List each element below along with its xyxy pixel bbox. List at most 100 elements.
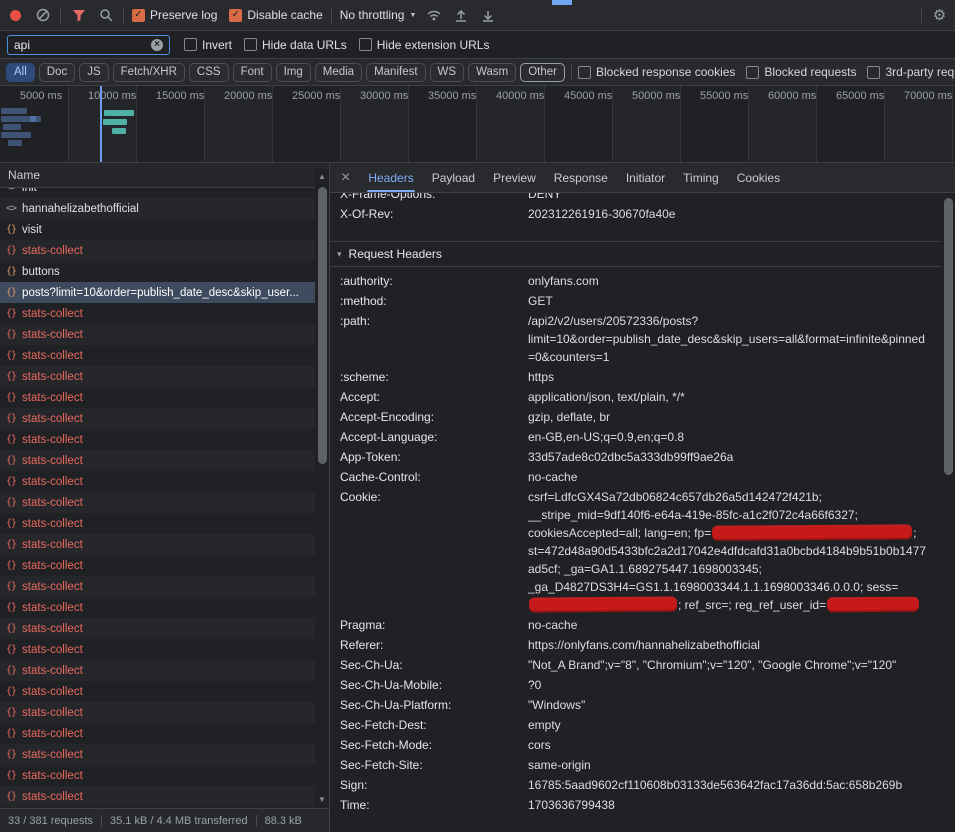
request-row[interactable]: {}stats-collect: [0, 765, 315, 786]
type-filter-chip-media[interactable]: Media: [315, 63, 362, 82]
scroll-up-icon[interactable]: ▲: [315, 169, 329, 183]
request-row[interactable]: {}stats-collect: [0, 345, 315, 366]
name-column-label: Name: [8, 168, 40, 182]
filter-button[interactable]: [69, 6, 88, 25]
checkbox-label: Blocked requests: [764, 66, 856, 78]
filter-checkbox[interactable]: Hide data URLs: [244, 38, 347, 51]
request-row[interactable]: <>init: [0, 188, 315, 198]
waterfall-bar: [112, 128, 126, 134]
type-filter-chip-wasm[interactable]: Wasm: [468, 63, 516, 82]
import-har-button[interactable]: [451, 6, 470, 25]
request-row[interactable]: {}stats-collect: [0, 597, 315, 618]
request-row[interactable]: {}buttons: [0, 261, 315, 282]
tab-cookies[interactable]: Cookies: [728, 163, 789, 192]
type-filter-chip-css[interactable]: CSS: [189, 63, 229, 82]
request-row[interactable]: {}stats-collect: [0, 534, 315, 555]
checkbox-label: Hide extension URLs: [377, 39, 490, 51]
advanced-filter-checkbox[interactable]: Blocked response cookies: [578, 66, 735, 79]
filter-input[interactable]: api ×: [7, 35, 170, 55]
filter-checkbox[interactable]: Hide extension URLs: [359, 38, 490, 51]
request-row[interactable]: {}stats-collect: [0, 429, 315, 450]
request-row[interactable]: {}stats-collect: [0, 450, 315, 471]
settings-button[interactable]: ⚙: [930, 6, 949, 25]
request-row[interactable]: {}stats-collect: [0, 366, 315, 387]
type-filter-chip-manifest[interactable]: Manifest: [366, 63, 425, 82]
type-filter-chip-doc[interactable]: Doc: [39, 63, 75, 82]
timeline-tick-label: 5000 ms: [20, 90, 62, 102]
request-row[interactable]: {}stats-collect: [0, 492, 315, 513]
request-row[interactable]: {}stats-collect: [0, 639, 315, 660]
type-filter-chip-img[interactable]: Img: [276, 63, 311, 82]
request-row[interactable]: {}stats-collect: [0, 513, 315, 534]
request-row[interactable]: {}stats-collect: [0, 618, 315, 639]
request-row[interactable]: {}stats-collect: [0, 786, 315, 807]
type-filter-chip-all[interactable]: All: [6, 63, 35, 82]
request-row[interactable]: {}stats-collect: [0, 408, 315, 429]
timeline-overview[interactable]: 5000 ms10000 ms15000 ms20000 ms25000 ms3…: [0, 86, 955, 163]
type-filter-chip-js[interactable]: JS: [79, 63, 108, 82]
header-name: Accept:: [330, 388, 528, 406]
request-headers-section-header[interactable]: ▾ Request Headers: [330, 241, 941, 267]
scroll-down-icon[interactable]: ▼: [315, 792, 329, 806]
advanced-filter-checkbox[interactable]: Blocked requests: [746, 66, 856, 79]
tab-timing[interactable]: Timing: [674, 163, 728, 192]
toolbar-checkbox[interactable]: ✓Disable cache: [229, 9, 322, 22]
request-row[interactable]: <>hannahelizabethofficial: [0, 198, 315, 219]
tab-preview[interactable]: Preview: [484, 163, 545, 192]
filter-checkbox[interactable]: Invert: [184, 38, 232, 51]
advanced-filter-checkbox[interactable]: 3rd-party requests: [867, 66, 955, 79]
request-row[interactable]: {}visit: [0, 219, 315, 240]
details-scrollbar[interactable]: [941, 196, 955, 832]
fetch-xhr-icon: {}: [6, 497, 16, 508]
network-conditions-button[interactable]: [424, 6, 443, 25]
export-har-button[interactable]: [478, 6, 497, 25]
checkbox-label: Invert: [202, 39, 232, 51]
clear-network-log-button[interactable]: [33, 6, 52, 25]
header-name: Sec-Ch-Ua:: [330, 656, 528, 674]
request-row[interactable]: {}stats-collect: [0, 576, 315, 597]
request-row[interactable]: {}stats-collect: [0, 387, 315, 408]
type-filter-chip-ws[interactable]: WS: [430, 63, 465, 82]
tab-payload[interactable]: Payload: [423, 163, 484, 192]
timeline-tick-label: 70000 ms: [904, 90, 952, 102]
request-row[interactable]: {}posts?limit=10&order=publish_date_desc…: [0, 282, 315, 303]
scrollbar-thumb[interactable]: [318, 187, 327, 464]
tab-initiator[interactable]: Initiator: [617, 163, 674, 192]
scrollbar-thumb[interactable]: [944, 198, 953, 475]
request-row[interactable]: {}stats-collect: [0, 702, 315, 723]
timeline-tick-label: 45000 ms: [564, 90, 612, 102]
request-row[interactable]: {}stats-collect: [0, 240, 315, 261]
request-row[interactable]: {}stats-collect: [0, 681, 315, 702]
request-row[interactable]: {}stats-collect: [0, 324, 315, 345]
checkbox-unchecked-icon: [746, 66, 759, 79]
name-column-header[interactable]: Name: [0, 163, 329, 188]
toolbar-checkbox[interactable]: ✓Preserve log: [132, 9, 217, 22]
request-row[interactable]: {}stats-collect: [0, 744, 315, 765]
request-row[interactable]: {}stats-collect: [0, 723, 315, 744]
record-button[interactable]: [6, 6, 25, 25]
close-details-icon[interactable]: ×: [332, 170, 359, 186]
type-filter-chip-other[interactable]: Other: [520, 63, 565, 82]
type-filter-chip-fetch-xhr[interactable]: Fetch/XHR: [113, 63, 185, 82]
tab-headers[interactable]: Headers: [359, 163, 422, 192]
type-filter-chip-font[interactable]: Font: [233, 63, 272, 82]
tab-response[interactable]: Response: [545, 163, 617, 192]
header-row: Accept:application/json, text/plain, */*: [330, 387, 941, 407]
request-row[interactable]: {}stats-collect: [0, 660, 315, 681]
timeline-tick-label: 65000 ms: [836, 90, 884, 102]
header-value: "Not_A Brand";v="8", "Chromium";v="120",…: [528, 656, 941, 674]
header-name: X-Frame-Options:: [330, 193, 528, 203]
checkbox-unchecked-icon: [867, 66, 880, 79]
header-value: onlyfans.com: [528, 272, 941, 290]
clear-filter-icon[interactable]: ×: [151, 39, 163, 51]
devtools-network-panel: ✓Preserve log ✓Disable cache No throttlin…: [0, 0, 955, 832]
search-button[interactable]: [96, 6, 115, 25]
request-row[interactable]: {}stats-collect: [0, 303, 315, 324]
toolbar-divider: [331, 7, 332, 23]
header-name: Sec-Fetch-Mode:: [330, 736, 528, 754]
request-row[interactable]: {}stats-collect: [0, 471, 315, 492]
requests-scrollbar[interactable]: ▲ ▼: [315, 169, 329, 806]
throttling-dropdown[interactable]: No throttling ▼: [340, 8, 417, 22]
toolbar-divider: [921, 7, 922, 23]
request-row[interactable]: {}stats-collect: [0, 555, 315, 576]
